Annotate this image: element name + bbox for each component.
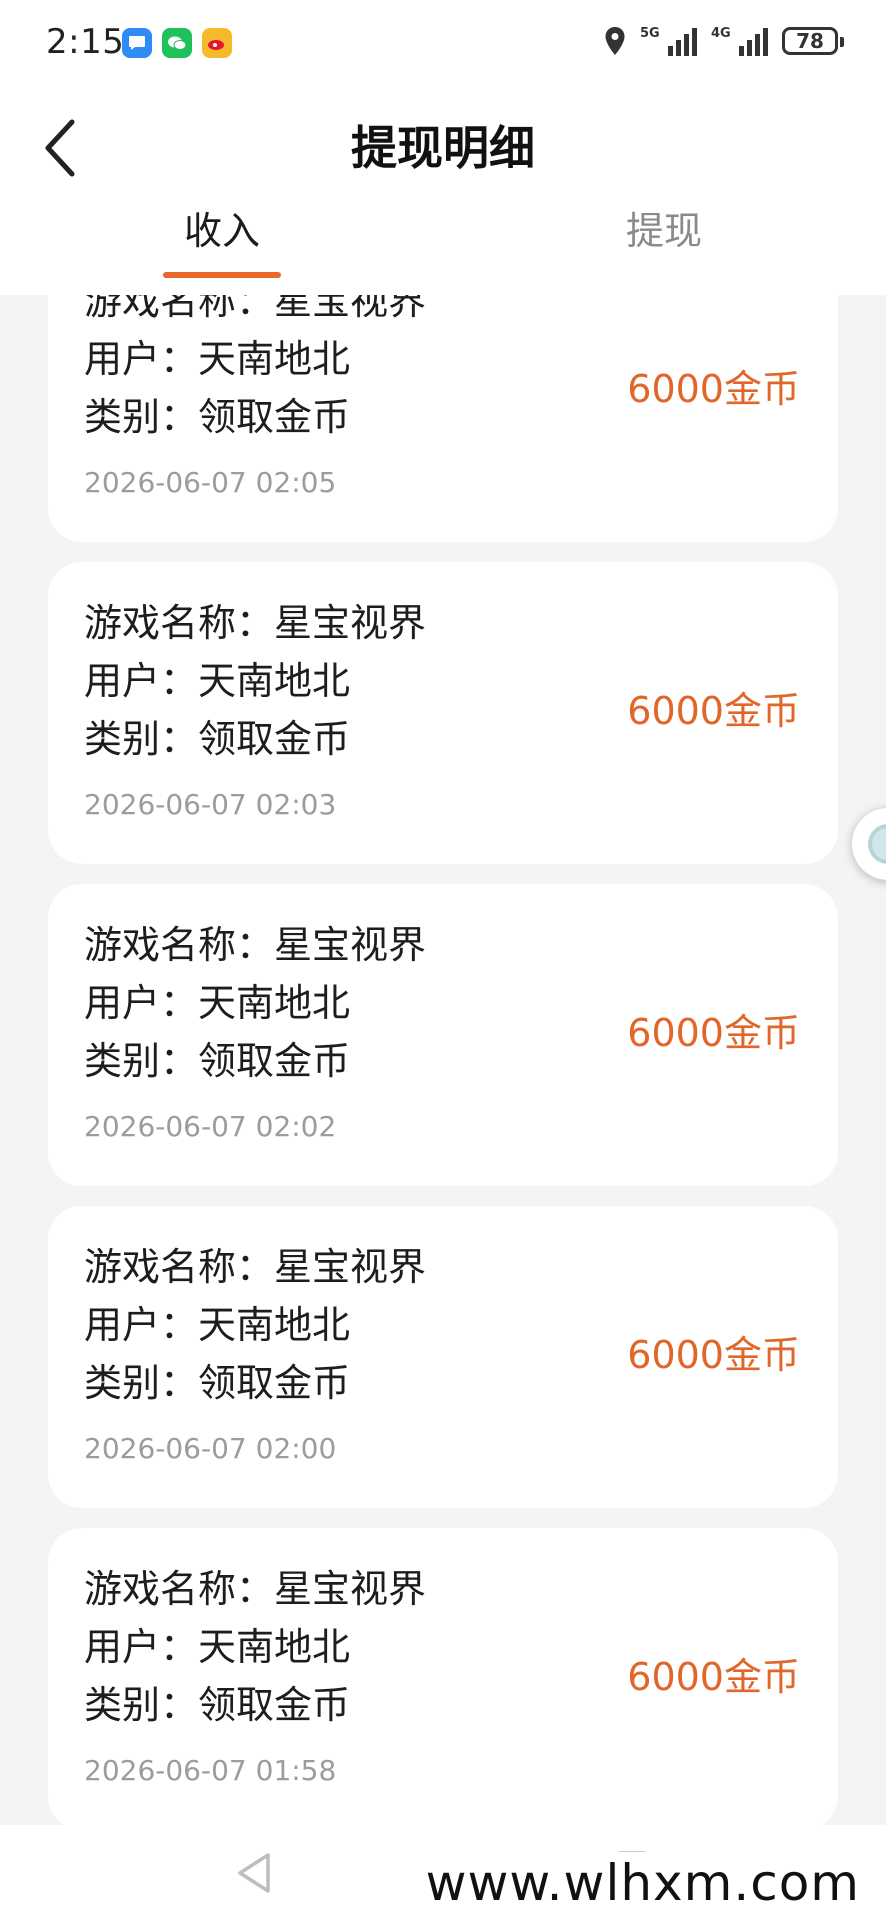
- game-name: 游戏名称：星宝视界: [84, 1567, 427, 1611]
- active-tab-indicator: [163, 272, 281, 278]
- battery-icon: 78: [782, 27, 844, 55]
- record-list[interactable]: 游戏名称：星宝视界 用户：天南地北 类别：领取金币 6000金币 2026-06…: [0, 295, 886, 1825]
- coin-amount: 6000金币: [627, 1011, 800, 1055]
- record-time: 2026-06-07 01:58: [84, 1754, 337, 1787]
- nav-back-icon[interactable]: [236, 1851, 272, 1895]
- record-time: 2026-06-07 02:02: [84, 1110, 337, 1143]
- status-bar: 2:15 5G 4G 78: [0, 0, 886, 90]
- record-card[interactable]: 游戏名称：星宝视界 用户：天南地北 类别：领取金币 6000金币 2026-06…: [48, 884, 838, 1186]
- user-name: 用户：天南地北: [84, 1625, 351, 1669]
- record-type: 类别：领取金币: [84, 717, 351, 761]
- user-name: 用户：天南地北: [84, 337, 351, 381]
- user-name: 用户：天南地北: [84, 1303, 351, 1347]
- record-time: 2026-06-07 02:05: [84, 466, 337, 499]
- user-name: 用户：天南地北: [84, 981, 351, 1025]
- record-card[interactable]: 游戏名称：星宝视界 用户：天南地北 类别：领取金币 6000金币 2026-06…: [48, 295, 838, 542]
- record-type: 类别：领取金币: [84, 1361, 351, 1405]
- record-type: 类别：领取金币: [84, 1039, 351, 1083]
- coin-amount: 6000金币: [627, 1333, 800, 1377]
- tab-income[interactable]: 收入: [122, 200, 322, 255]
- signal-5g-icon: 5G: [640, 26, 697, 56]
- notification-icons: [122, 28, 232, 58]
- coin-amount: 6000金币: [627, 367, 800, 411]
- page-title: 提现明细: [351, 121, 535, 175]
- game-name: 游戏名称：星宝视界: [84, 923, 427, 967]
- network-4g-label: 4G: [711, 26, 731, 41]
- coin-amount: 6000金币: [627, 689, 800, 733]
- record-type: 类别：领取金币: [84, 395, 351, 439]
- status-indicators: 5G 4G 78: [604, 26, 844, 56]
- record-type: 类别：领取金币: [84, 1683, 351, 1727]
- signal-4g-icon: 4G: [711, 26, 768, 56]
- status-time: 2:15: [46, 22, 125, 62]
- weibo-app-icon: [202, 28, 232, 58]
- tab-withdraw[interactable]: 提现: [564, 200, 764, 255]
- assistant-icon: [868, 824, 886, 864]
- battery-level: 78: [796, 29, 824, 53]
- record-card[interactable]: 游戏名称：星宝视界 用户：天南地北 类别：领取金币 6000金币 2026-06…: [48, 1206, 838, 1508]
- record-time: 2026-06-07 02:03: [84, 788, 337, 821]
- header: 提现明细 收入 提现: [0, 90, 886, 295]
- record-time: 2026-06-07 02:00: [84, 1432, 337, 1465]
- wechat-app-icon: [162, 28, 192, 58]
- message-app-icon: [122, 28, 152, 58]
- record-card[interactable]: 游戏名称：星宝视界 用户：天南地北 类别：领取金币 6000金币 2026-06…: [48, 562, 838, 864]
- coin-amount: 6000金币: [627, 1655, 800, 1699]
- record-card[interactable]: 游戏名称：星宝视界 用户：天南地北 类别：领取金币 6000金币 2026-06…: [48, 1528, 838, 1825]
- network-5g-label: 5G: [640, 26, 660, 41]
- user-name: 用户：天南地北: [84, 659, 351, 703]
- game-name: 游戏名称：星宝视界: [84, 295, 427, 323]
- watermark-text: www.wlhxm.com: [417, 1852, 868, 1914]
- game-name: 游戏名称：星宝视界: [84, 1245, 427, 1289]
- location-icon: [605, 27, 625, 55]
- game-name: 游戏名称：星宝视界: [84, 601, 427, 645]
